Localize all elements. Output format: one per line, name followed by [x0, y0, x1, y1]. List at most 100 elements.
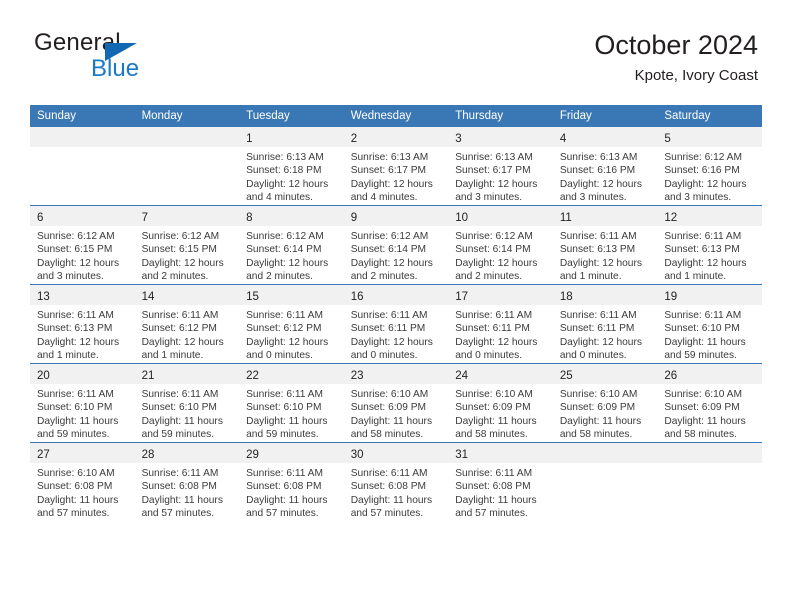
day-number: 12 [664, 212, 678, 224]
sunset-text: Sunset: 6:17 PM [455, 165, 531, 177]
day-number-band: 30 [343, 443, 449, 463]
day-details: Sunrise: 6:11 AM Sunset: 6:13 PM Daylight:… [553, 226, 658, 284]
daylight-text-line2: and 59 minutes. [664, 350, 737, 362]
calendar-day-cell[interactable]: 28 Sunrise: 6:11 AM Sunset: 6:08 PM Dayligh… [134, 442, 240, 521]
sunset-text: Sunset: 6:08 PM [141, 481, 217, 493]
sunrise-text: Sunrise: 6:10 AM [455, 389, 533, 400]
calendar-week-row: 27 Sunrise: 6:10 AM Sunset: 6:08 PM Dayligh… [30, 442, 762, 521]
day-number: 25 [559, 370, 573, 382]
calendar-day-cell[interactable]: 10 Sunrise: 6:12 AM Sunset: 6:14 PM Dayligh… [448, 205, 553, 285]
calendar-cell-empty [657, 442, 762, 521]
weekday-header-sunday: Sunday [30, 105, 135, 127]
sunrise-text: Sunrise: 6:12 AM [37, 231, 115, 242]
calendar-day-cell[interactable]: 3 Sunrise: 6:13 AM Sunset: 6:17 PM Daylight… [448, 127, 553, 206]
day-number-band: 6 [30, 206, 135, 226]
calendar-page: General Blue October 2024 Kpote, Ivory C… [0, 0, 792, 612]
calendar-day-cell[interactable]: 17 Sunrise: 6:11 AM Sunset: 6:11 PM Dayligh… [448, 284, 553, 364]
sunrise-text: Sunrise: 6:13 AM [350, 152, 429, 163]
sunrise-text: Sunrise: 6:13 AM [246, 152, 324, 163]
brand-logo[interactable]: General Blue [34, 30, 264, 90]
daylight-text-line2: and 57 minutes. [455, 508, 528, 520]
sunset-text: Sunset: 6:15 PM [141, 244, 217, 256]
day-number-band: 8 [239, 206, 344, 226]
day-details: Sunrise: 6:11 AM Sunset: 6:13 PM Daylight:… [657, 226, 762, 284]
daylight-text-line2: and 2 minutes. [455, 271, 523, 283]
sunrise-text: Sunrise: 6:12 AM [350, 231, 429, 242]
day-number: 3 [455, 133, 462, 145]
calendar-day-cell[interactable]: 23 Sunrise: 6:10 AM Sunset: 6:09 PM Dayligh… [343, 363, 449, 443]
sunrise-text: Sunrise: 6:11 AM [246, 389, 323, 400]
calendar-day-cell[interactable]: 4 Sunrise: 6:13 AM Sunset: 6:16 PM Daylight… [552, 127, 658, 206]
sunrise-text: Sunrise: 6:11 AM [37, 389, 114, 400]
day-number-band: 26 [657, 364, 762, 384]
day-number: 11 [559, 212, 572, 224]
day-details: Sunrise: 6:11 AM Sunset: 6:10 PM Daylight:… [135, 384, 240, 442]
day-number-band: 5 [657, 127, 762, 147]
calendar-day-cell[interactable]: 21 Sunrise: 6:11 AM Sunset: 6:10 PM Dayligh… [134, 363, 240, 443]
daylight-text-line1: Daylight: 12 hours [455, 336, 538, 348]
calendar-day-cell[interactable]: 16 Sunrise: 6:11 AM Sunset: 6:11 PM Dayligh… [343, 284, 449, 364]
calendar-day-cell[interactable]: 24 Sunrise: 6:10 AM Sunset: 6:09 PM Dayligh… [448, 363, 553, 443]
day-number: 5 [664, 133, 671, 145]
brand-name-blue: Blue [91, 55, 140, 82]
calendar-day-cell[interactable]: 27 Sunrise: 6:10 AM Sunset: 6:08 PM Dayligh… [30, 442, 135, 521]
calendar-day-cell[interactable]: 25 Sunrise: 6:10 AM Sunset: 6:09 PM Dayligh… [552, 363, 658, 443]
day-details: Sunrise: 6:12 AM Sunset: 6:16 PM Daylight:… [657, 147, 762, 205]
calendar-day-cell[interactable]: 15 Sunrise: 6:11 AM Sunset: 6:12 PM Dayligh… [239, 284, 344, 364]
daylight-text-line1: Daylight: 12 hours [246, 178, 329, 190]
calendar-day-cell[interactable]: 14 Sunrise: 6:11 AM Sunset: 6:12 PM Dayligh… [134, 284, 240, 364]
day-details: Sunrise: 6:12 AM Sunset: 6:14 PM Daylight:… [448, 226, 553, 284]
calendar-day-cell[interactable]: 31 Sunrise: 6:11 AM Sunset: 6:08 PM Dayligh… [448, 442, 553, 521]
day-details: Sunrise: 6:11 AM Sunset: 6:12 PM Daylight:… [135, 305, 240, 363]
calendar-day-cell[interactable]: 19 Sunrise: 6:11 AM Sunset: 6:10 PM Dayligh… [657, 284, 762, 364]
daylight-text-line1: Daylight: 11 hours [455, 415, 537, 427]
calendar-day-cell[interactable]: 2 Sunrise: 6:13 AM Sunset: 6:17 PM Daylight… [343, 127, 449, 206]
calendar-day-cell[interactable]: 20 Sunrise: 6:11 AM Sunset: 6:10 PM Dayligh… [30, 363, 135, 443]
daylight-text-line2: and 57 minutes. [246, 508, 319, 520]
daylight-text-line2: and 3 minutes. [455, 192, 523, 204]
calendar-day-cell[interactable]: 22 Sunrise: 6:11 AM Sunset: 6:10 PM Dayligh… [239, 363, 344, 443]
sunset-text: Sunset: 6:13 PM [37, 323, 113, 335]
day-number-band: 1 [239, 127, 344, 147]
weekday-header-monday: Monday [134, 105, 240, 127]
calendar-day-cell[interactable]: 7 Sunrise: 6:12 AM Sunset: 6:15 PM Daylight… [134, 205, 240, 285]
day-number: 14 [141, 291, 155, 303]
calendar-day-cell[interactable]: 12 Sunrise: 6:11 AM Sunset: 6:13 PM Dayligh… [657, 205, 762, 285]
day-details: Sunrise: 6:11 AM Sunset: 6:08 PM Daylight:… [239, 463, 344, 521]
daylight-text-line1: Daylight: 12 hours [455, 178, 538, 190]
sunset-text: Sunset: 6:10 PM [37, 402, 113, 414]
sunset-text: Sunset: 6:09 PM [455, 402, 531, 414]
daylight-text-line1: Daylight: 12 hours [350, 178, 433, 190]
calendar-day-cell[interactable]: 30 Sunrise: 6:11 AM Sunset: 6:08 PM Dayligh… [343, 442, 449, 521]
day-details: Sunrise: 6:11 AM Sunset: 6:10 PM Daylight:… [239, 384, 344, 442]
page-subtitle: Kpote, Ivory Coast [634, 67, 758, 84]
calendar-day-cell[interactable]: 9 Sunrise: 6:12 AM Sunset: 6:14 PM Daylight… [343, 205, 449, 285]
day-number-band: 11 [552, 206, 658, 226]
day-number-band: 2 [343, 127, 449, 147]
calendar-day-cell[interactable]: 8 Sunrise: 6:12 AM Sunset: 6:14 PM Daylight… [239, 205, 344, 285]
day-details: Sunrise: 6:11 AM Sunset: 6:08 PM Daylight:… [344, 463, 449, 521]
calendar-day-cell[interactable]: 29 Sunrise: 6:11 AM Sunset: 6:08 PM Dayligh… [239, 442, 344, 521]
daylight-text-line2: and 2 minutes. [350, 271, 418, 283]
weekday-header-tuesday: Tuesday [239, 105, 344, 127]
calendar-day-cell[interactable]: 5 Sunrise: 6:12 AM Sunset: 6:16 PM Daylight… [657, 127, 762, 206]
day-number: 10 [455, 212, 469, 224]
calendar-day-cell[interactable]: 13 Sunrise: 6:11 AM Sunset: 6:13 PM Dayligh… [30, 284, 135, 364]
calendar-header-row: Sunday Monday Tuesday Wednesday Thursday… [30, 105, 762, 127]
daylight-text-line2: and 4 minutes. [246, 192, 313, 204]
day-number-band: 19 [657, 285, 762, 305]
sunset-text: Sunset: 6:12 PM [141, 323, 217, 335]
calendar-day-cell[interactable]: 1 Sunrise: 6:13 AM Sunset: 6:18 PM Daylight… [239, 127, 344, 206]
calendar-day-cell[interactable]: 26 Sunrise: 6:10 AM Sunset: 6:09 PM Dayligh… [657, 363, 762, 443]
calendar-day-cell[interactable]: 18 Sunrise: 6:11 AM Sunset: 6:11 PM Dayligh… [552, 284, 658, 364]
sunset-text: Sunset: 6:10 PM [141, 402, 217, 414]
day-details: Sunrise: 6:10 AM Sunset: 6:09 PM Daylight:… [553, 384, 658, 442]
daylight-text-line1: Daylight: 11 hours [246, 415, 328, 427]
daylight-text-line2: and 58 minutes. [559, 429, 633, 441]
sunrise-text: Sunrise: 6:12 AM [455, 231, 533, 242]
calendar-day-cell[interactable]: 11 Sunrise: 6:11 AM Sunset: 6:13 PM Dayligh… [552, 205, 658, 285]
daylight-text-line1: Daylight: 11 hours [350, 415, 433, 427]
daylight-text-line1: Daylight: 11 hours [664, 415, 746, 427]
calendar-day-cell[interactable]: 6 Sunrise: 6:12 AM Sunset: 6:15 PM Daylight… [30, 205, 135, 285]
calendar-week-row: 1 Sunrise: 6:13 AM Sunset: 6:18 PM Daylight… [30, 127, 762, 206]
